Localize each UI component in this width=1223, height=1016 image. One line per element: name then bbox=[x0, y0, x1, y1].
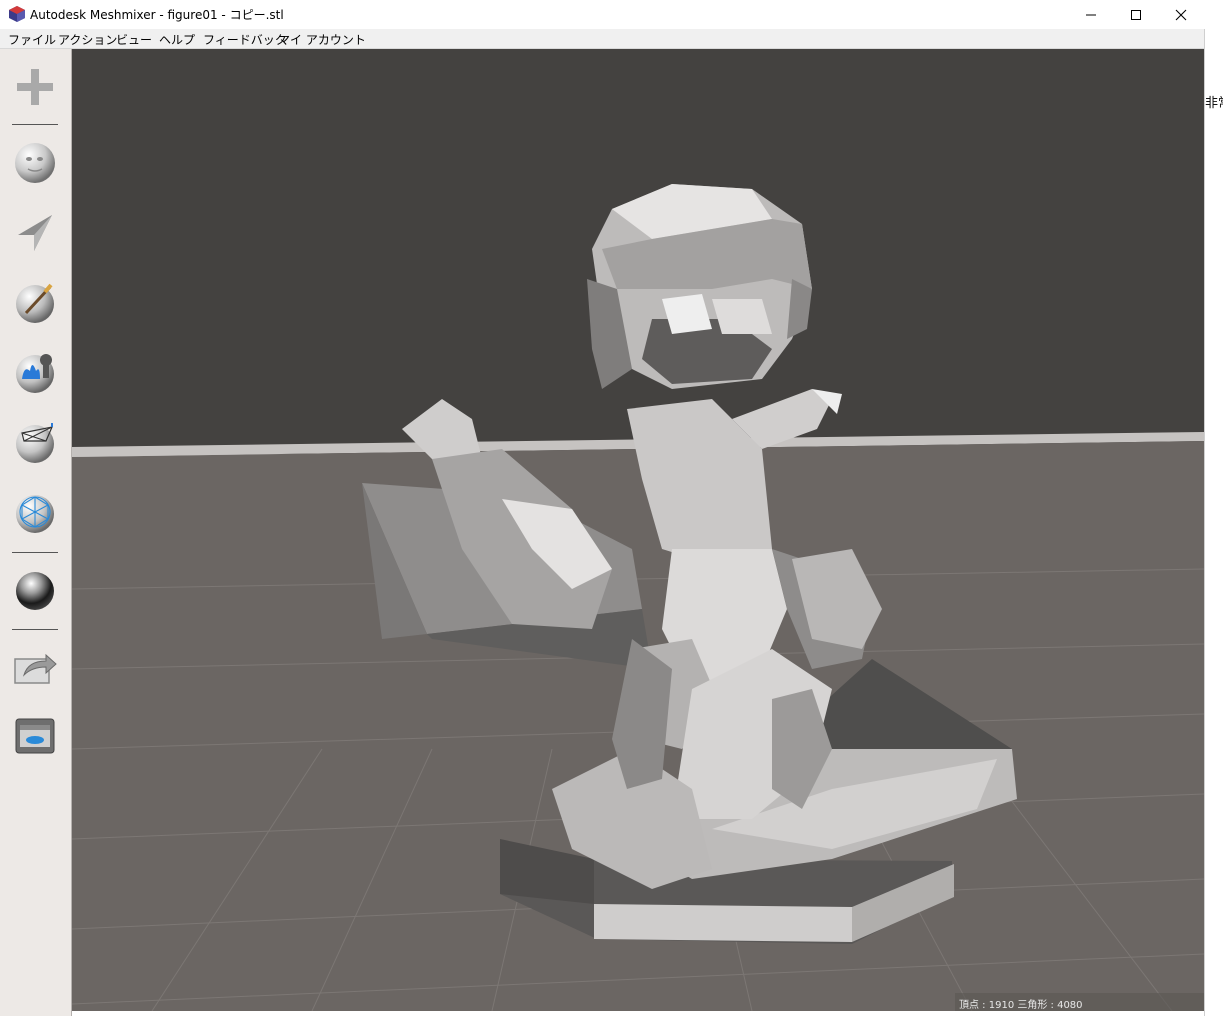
window-title: Autodesk Meshmixer - figure01 - コピー.stl bbox=[30, 8, 284, 22]
menu-view[interactable]: ビュー bbox=[116, 31, 152, 48]
close-icon bbox=[1175, 9, 1187, 20]
maximize-button[interactable] bbox=[1113, 0, 1159, 29]
side-panel-edge bbox=[1204, 29, 1223, 1016]
menu-help[interactable]: ヘルプ bbox=[159, 31, 195, 48]
menu-feedback[interactable]: フィードバック bbox=[203, 31, 287, 48]
menu-file[interactable]: ファイル bbox=[8, 31, 56, 48]
meshmix-face-icon[interactable] bbox=[12, 140, 58, 186]
shaders-sphere-icon[interactable] bbox=[12, 567, 58, 613]
minimize-button[interactable] bbox=[1068, 0, 1114, 29]
left-toolbar bbox=[0, 49, 72, 1016]
bottom-edge bbox=[72, 1011, 1204, 1016]
stamp-icon[interactable] bbox=[12, 349, 58, 395]
toolbar-separator bbox=[12, 124, 58, 125]
edit-mesh-icon[interactable] bbox=[12, 419, 58, 465]
close-button[interactable] bbox=[1158, 0, 1204, 29]
maximize-icon bbox=[1131, 9, 1141, 20]
print-icon[interactable] bbox=[12, 713, 58, 759]
status-mesh-stats: 頂点 : 1910 三角形 : 4080 bbox=[955, 993, 1204, 1011]
sculpt-brush-icon[interactable] bbox=[12, 279, 58, 325]
scene-canvas[interactable] bbox=[72, 49, 1204, 1011]
title-bar: Autodesk Meshmixer - figure01 - コピー.stl bbox=[0, 0, 1223, 29]
minimize-icon bbox=[1086, 14, 1096, 15]
import-plus-icon[interactable] bbox=[12, 64, 58, 110]
meshmixer-window: Autodesk Meshmixer - figure01 - コピー.stl … bbox=[0, 0, 1223, 1016]
menu-my-account[interactable]: マイ アカウント bbox=[278, 31, 366, 48]
toolbar-separator bbox=[12, 629, 58, 630]
3d-viewport[interactable] bbox=[72, 49, 1204, 1011]
analysis-icon[interactable] bbox=[12, 489, 58, 535]
toolbar-separator bbox=[12, 552, 58, 553]
menu-action[interactable]: アクション bbox=[58, 31, 117, 48]
side-panel-clipped-text: 非常 bbox=[1205, 96, 1223, 111]
select-arrow-icon[interactable] bbox=[12, 209, 58, 255]
meshmixer-logo-icon bbox=[9, 6, 25, 22]
menu-bar: ファイル アクション ビュー ヘルプ フィードバック マイ アカウント bbox=[0, 29, 1204, 49]
export-icon[interactable] bbox=[12, 645, 58, 691]
